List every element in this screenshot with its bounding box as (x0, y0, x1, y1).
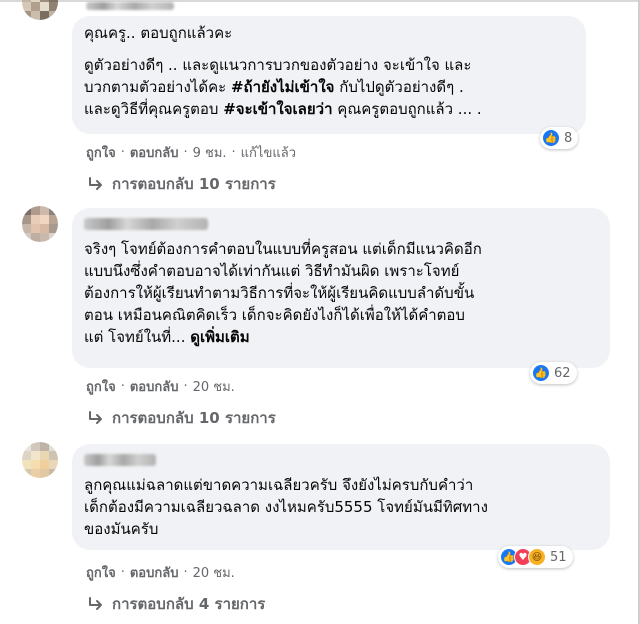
comment-text: คุณครู.. ตอบถูกแล้วคะ ดูตัวอย่างดีๆ .. แล… (84, 24, 482, 118)
comment-actions: ถูกใจ · ตอบกลับ · 9 ชม. · แก้ไขแล้ว (86, 142, 296, 163)
reply-button[interactable]: ตอบกลับ (130, 376, 179, 397)
reaction-summary[interactable]: 👍 ♥ 😆 51 (498, 546, 573, 568)
comment-bubble: จริงๆ โจทย์ต้องการคำตอบในแบบที่ครูสอน แต… (72, 208, 610, 368)
replies-count-label: การตอบกลับ 10 รายการ (112, 175, 276, 193)
timestamp[interactable]: 20 ชม. (193, 562, 235, 583)
comment-text: ลูกคุณแม่ฉลาดแต่ขาดความเฉลียวครับ จึงยัง… (84, 476, 488, 538)
like-button[interactable]: ถูกใจ (86, 562, 116, 583)
comment-actions: ถูกใจ · ตอบกลับ · 20 ชม. (86, 376, 235, 397)
comment-bubble: ลูกคุณแม่ฉลาดแต่ขาดความเฉลียวครับ จึงยัง… (72, 444, 610, 550)
view-replies-link[interactable]: การตอบกลับ 10 รายการ (88, 172, 276, 196)
commenter-name-redacted[interactable] (86, 2, 174, 10)
avatar[interactable] (22, 0, 58, 20)
reaction-count: 8 (564, 130, 573, 146)
commenter-name-redacted[interactable] (84, 454, 156, 466)
like-button[interactable]: ถูกใจ (86, 376, 116, 397)
reaction-count: 51 (550, 549, 567, 565)
replies-count-label: การตอบกลับ 10 รายการ (112, 409, 276, 427)
reaction-count: 62 (554, 365, 571, 381)
reply-arrow-icon (89, 411, 102, 424)
reply-arrow-icon (89, 177, 102, 190)
view-replies-link[interactable]: การตอบกลับ 10 รายการ (88, 406, 276, 430)
comment-bubble: คุณครู.. ตอบถูกแล้วคะ ดูตัวอย่างดีๆ .. แล… (72, 16, 586, 134)
commenter-name-redacted[interactable] (84, 218, 208, 230)
reply-arrow-icon (89, 597, 102, 610)
like-icon: 👍 (532, 364, 550, 382)
hashtag-1: #ถ้ายังไม่เข้าใจ (230, 78, 335, 96)
timestamp[interactable]: 20 ชม. (193, 376, 235, 397)
reply-button[interactable]: ตอบกลับ (130, 562, 179, 583)
replies-count-label: การตอบกลับ 4 รายการ (112, 595, 266, 613)
timestamp[interactable]: 9 ชม. (193, 142, 227, 163)
haha-icon: 😆 (528, 548, 546, 566)
like-button[interactable]: ถูกใจ (86, 142, 116, 163)
reaction-summary[interactable]: 👍 62 (530, 362, 577, 384)
comment-actions: ถูกใจ · ตอบกลับ · 20 ชม. (86, 562, 235, 583)
comment-text: จริงๆ โจทย์ต้องการคำตอบในแบบที่ครูสอน แต… (84, 240, 482, 346)
edited-label: แก้ไขแล้ว (240, 146, 296, 161)
hashtag-2: #จะเข้าใจเลยว่า (223, 100, 333, 118)
avatar[interactable] (22, 442, 58, 478)
avatar[interactable] (22, 206, 58, 242)
like-icon: 👍 (542, 129, 560, 147)
reply-button[interactable]: ตอบกลับ (130, 142, 179, 163)
view-replies-link[interactable]: การตอบกลับ 4 รายการ (88, 592, 265, 616)
see-more-link[interactable]: ดูเพิ่มเติม (190, 328, 249, 346)
reaction-summary[interactable]: 👍 8 (540, 127, 579, 149)
